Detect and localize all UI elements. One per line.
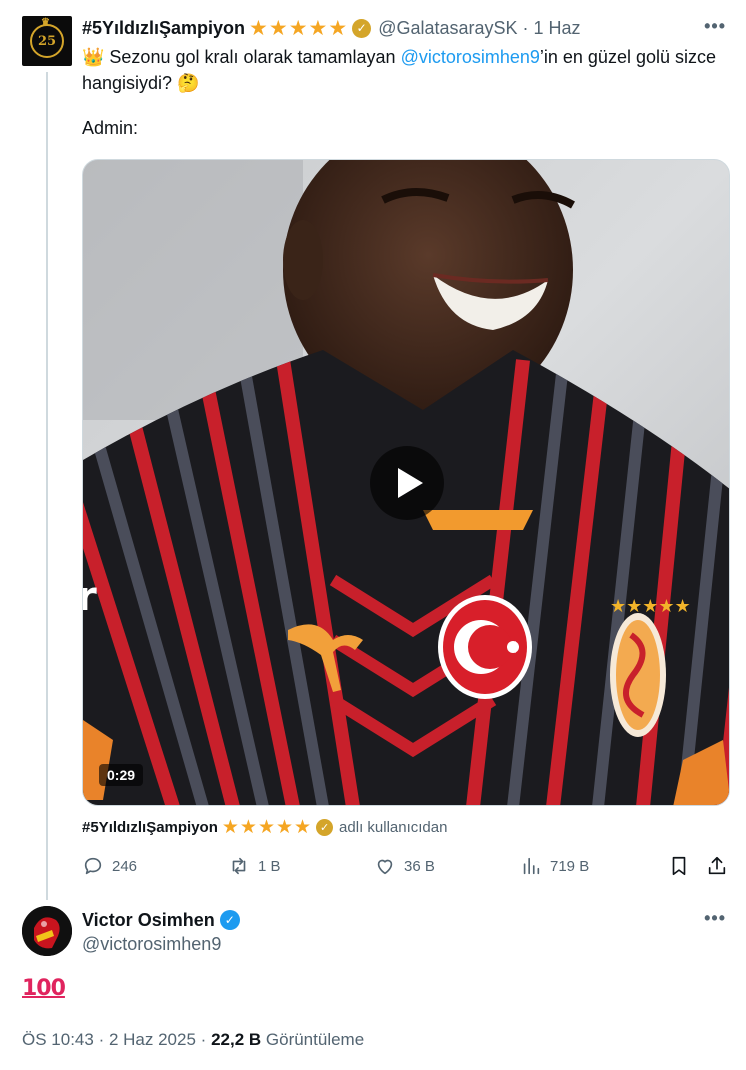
reply-count: 246 [112, 857, 138, 875]
tweet-text: 👑 Sezonu gol kralı olarak tamamlayan @vi… [82, 47, 716, 93]
reply-icon [84, 857, 102, 875]
stars-icon: ★★★★★ [249, 16, 349, 40]
like-button[interactable]: 36 B [374, 852, 435, 880]
attribution-name[interactable]: #5YıldızlıŞampiyon [82, 819, 218, 836]
bookmark-button[interactable] [668, 852, 698, 880]
tweet-time[interactable]: ÖS 10:43 [22, 1030, 94, 1049]
author-name[interactable]: #5YıldızlıŞampiyon [82, 18, 245, 39]
crown-icon: ♛ [41, 17, 50, 28]
more-options-icon[interactable]: ••• [704, 16, 726, 37]
repost-button[interactable]: 1 B [228, 852, 281, 880]
views-button[interactable]: 719 B [520, 852, 589, 880]
admin-label: Admin: [82, 118, 139, 138]
avatar-image [22, 906, 72, 956]
author-handle[interactable]: @GalatasaraySK [378, 18, 517, 39]
thread-connector-line [46, 72, 48, 900]
attribution-suffix: adlı kullanıcıdan [339, 818, 448, 836]
views-count: 719 B [550, 857, 590, 875]
galatasaray-avatar[interactable]: ♛ 25 [22, 16, 72, 66]
author-handle[interactable]: @victorosimhen9 [82, 934, 221, 955]
view-count: 22,2 B [211, 1030, 262, 1049]
repost-count: 1 B [258, 857, 281, 875]
video-attribution[interactable]: #5YıldızlıŞampiyon ★★★★★ ✓ adlı kullanıc… [82, 816, 447, 838]
like-count: 36 B [404, 857, 435, 875]
reply-button[interactable]: 246 [82, 852, 137, 880]
repost-icon [232, 857, 246, 875]
video-duration: 0:29 [99, 764, 144, 786]
share-icon [708, 856, 726, 875]
analytics-icon [523, 857, 540, 875]
svg-text:★★★★★: ★★★★★ [610, 596, 691, 617]
more-options-icon[interactable]: ••• [704, 908, 726, 929]
share-button[interactable] [706, 852, 736, 880]
author-name[interactable]: Victor Osimhen [82, 910, 215, 931]
parent-tweet-header: #5YıldızlıŞampiyon ★★★★★ ✓ @GalatasarayS… [82, 16, 581, 40]
anniversary-badge-icon: ♛ 25 [30, 17, 64, 58]
heart-icon [377, 859, 393, 875]
tweet-actions-bar: 246 1 B 36 B 719 B [82, 852, 730, 880]
hundred-points-emoji: 100 [22, 976, 66, 1001]
views-label: Görüntüleme [265, 1030, 365, 1049]
tweet-full-date[interactable]: 2 Haz 2025 [109, 1030, 196, 1049]
play-icon [397, 468, 423, 498]
stars-icon: ★★★★★ [221, 816, 313, 838]
gold-verified-icon: ✓ [316, 818, 334, 836]
play-button[interactable] [370, 446, 444, 520]
svg-text:r: r [83, 574, 97, 620]
video-player[interactable]: ★★★★★ r 0:29 [82, 159, 730, 806]
tweet-date[interactable]: 1 Haz [534, 18, 581, 39]
reply-author[interactable]: Victor Osimhen ✓ [82, 908, 240, 932]
mention-link[interactable]: @victorosimhen9 [401, 47, 540, 67]
gold-verified-icon[interactable]: ✓ [352, 18, 372, 38]
tweet-meta: ÖS 10:43 · 2 Haz 2025 · 22,2 B Görüntüle… [22, 1030, 365, 1049]
bookmark-icon [672, 856, 686, 876]
osimhen-avatar[interactable] [22, 906, 72, 956]
separator-dot: · [522, 17, 529, 38]
verified-icon[interactable]: ✓ [219, 910, 240, 930]
